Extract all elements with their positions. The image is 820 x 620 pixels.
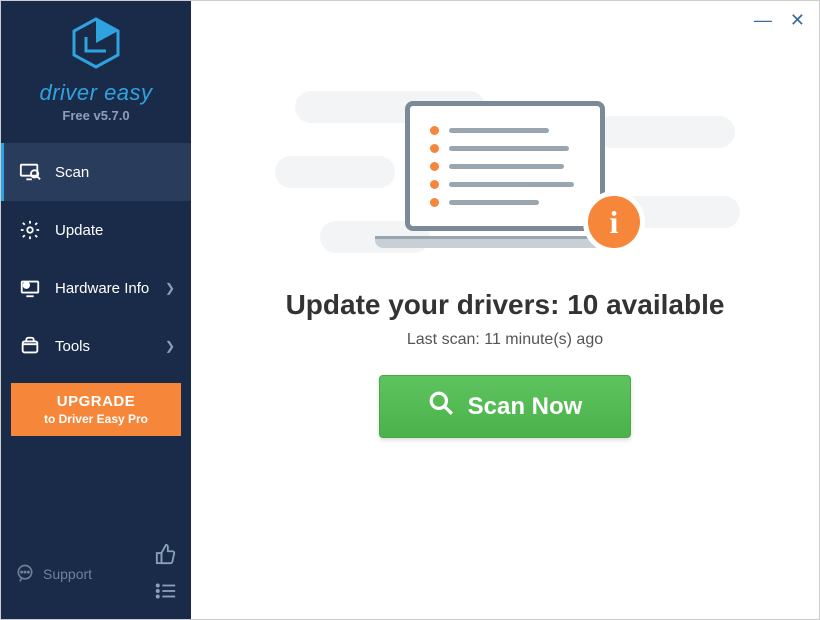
close-button[interactable]: ✕ <box>790 11 805 29</box>
nav-label: Scan <box>55 164 89 181</box>
menu-list-icon[interactable] <box>155 582 177 605</box>
nav-label: Update <box>55 222 103 239</box>
chevron-right-icon: ❯ <box>165 281 175 295</box>
headline-text: Update your drivers: 10 available <box>286 289 725 321</box>
upgrade-line2: to Driver Easy Pro <box>15 412 177 426</box>
app-logo-icon <box>68 15 124 76</box>
gear-icon <box>17 219 43 241</box>
laptop-icon <box>405 101 605 231</box>
version-label: Free v5.7.0 <box>1 108 191 123</box>
scan-now-button[interactable]: Scan Now <box>379 375 632 438</box>
nav-label: Tools <box>55 338 90 355</box>
tools-icon <box>17 335 43 357</box>
window-controls: — ✕ <box>754 11 805 29</box>
chat-icon <box>15 563 35 586</box>
magnifier-icon <box>428 390 454 423</box>
app-window: driver easy Free v5.7.0 Scan <box>0 0 820 620</box>
main-panel: — ✕ i Update your drivers: 10 available … <box>191 1 819 619</box>
upgrade-line1: UPGRADE <box>15 393 177 410</box>
sidebar: driver easy Free v5.7.0 Scan <box>1 1 191 619</box>
support-link[interactable]: Support <box>15 563 92 586</box>
thumbs-up-icon[interactable] <box>155 543 177 570</box>
chevron-right-icon: ❯ <box>165 339 175 353</box>
logo-area: driver easy Free v5.7.0 <box>1 1 191 133</box>
brand-name: driver easy <box>1 80 191 106</box>
hero-illustration: i <box>265 61 745 261</box>
scan-monitor-icon <box>17 161 43 183</box>
last-scan-text: Last scan: 11 minute(s) ago <box>407 331 603 349</box>
hardware-info-icon: i <box>17 277 43 299</box>
nav-label: Hardware Info <box>55 280 149 297</box>
nav-item-tools[interactable]: Tools ❯ <box>1 317 191 375</box>
nav-item-hardware-info[interactable]: i Hardware Info ❯ <box>1 259 191 317</box>
upgrade-button[interactable]: UPGRADE to Driver Easy Pro <box>11 383 181 436</box>
info-badge-icon: i <box>583 191 645 253</box>
nav: Scan Update i <box>1 143 191 375</box>
svg-text:i: i <box>26 283 27 288</box>
nav-item-update[interactable]: Update <box>1 201 191 259</box>
minimize-button[interactable]: — <box>754 11 772 29</box>
scan-button-label: Scan Now <box>468 393 583 421</box>
sidebar-bottom: Support <box>1 533 191 619</box>
support-label: Support <box>43 566 92 582</box>
nav-item-scan[interactable]: Scan <box>1 143 191 201</box>
